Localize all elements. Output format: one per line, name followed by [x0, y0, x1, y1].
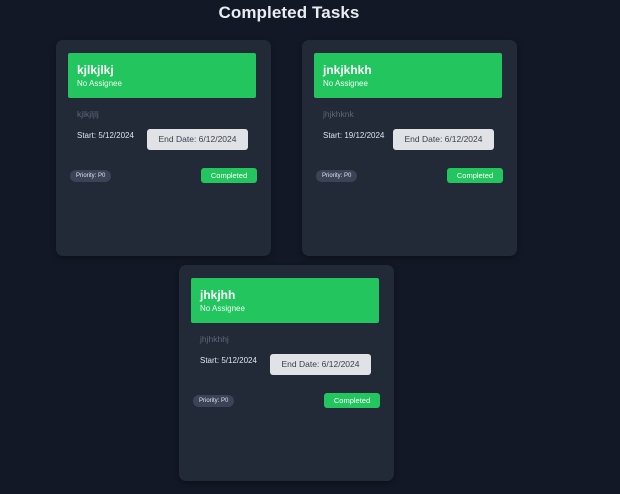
priority-badge: Priority: P0 [70, 170, 112, 182]
task-assignee: No Assignee [323, 79, 368, 88]
task-card-header: jhkjhh No Assignee [191, 278, 379, 323]
task-title: jhkjhh [200, 288, 236, 302]
completed-status-button[interactable]: Completed [447, 168, 503, 183]
task-title: jnkjkhkh [323, 63, 372, 77]
end-date-button[interactable]: End Date: 6/12/2024 [270, 354, 371, 375]
task-start-date: Start: 19/12/2024 [323, 131, 385, 140]
task-card-header: jnkjkhkh No Assignee [314, 53, 502, 98]
task-description: jhjhkhhj [200, 334, 229, 344]
task-card: kjlkjlkj No Assignee kjlkjljlj Start: 5/… [56, 40, 271, 256]
task-start-date: Start: 5/12/2024 [200, 356, 257, 365]
priority-badge: Priority: P0 [193, 395, 235, 407]
completed-status-button[interactable]: Completed [324, 393, 380, 408]
task-assignee: No Assignee [77, 79, 122, 88]
completed-status-button[interactable]: Completed [201, 168, 257, 183]
end-date-button[interactable]: End Date: 6/12/2024 [147, 129, 248, 150]
task-title: kjlkjlkj [77, 63, 114, 77]
task-start-date: Start: 5/12/2024 [77, 131, 134, 140]
task-card: jhkjhh No Assignee jhjhkhhj Start: 5/12/… [179, 265, 394, 481]
task-card: jnkjkhkh No Assignee jhjkhknk Start: 19/… [302, 40, 517, 256]
task-assignee: No Assignee [200, 304, 245, 313]
task-description: kjlkjljlj [77, 109, 99, 119]
end-date-button[interactable]: End Date: 6/12/2024 [393, 129, 494, 150]
page-title: Completed Tasks [218, 3, 360, 22]
priority-badge: Priority: P0 [316, 170, 358, 182]
task-card-header: kjlkjlkj No Assignee [68, 53, 256, 98]
task-description: jhjkhknk [323, 109, 354, 119]
